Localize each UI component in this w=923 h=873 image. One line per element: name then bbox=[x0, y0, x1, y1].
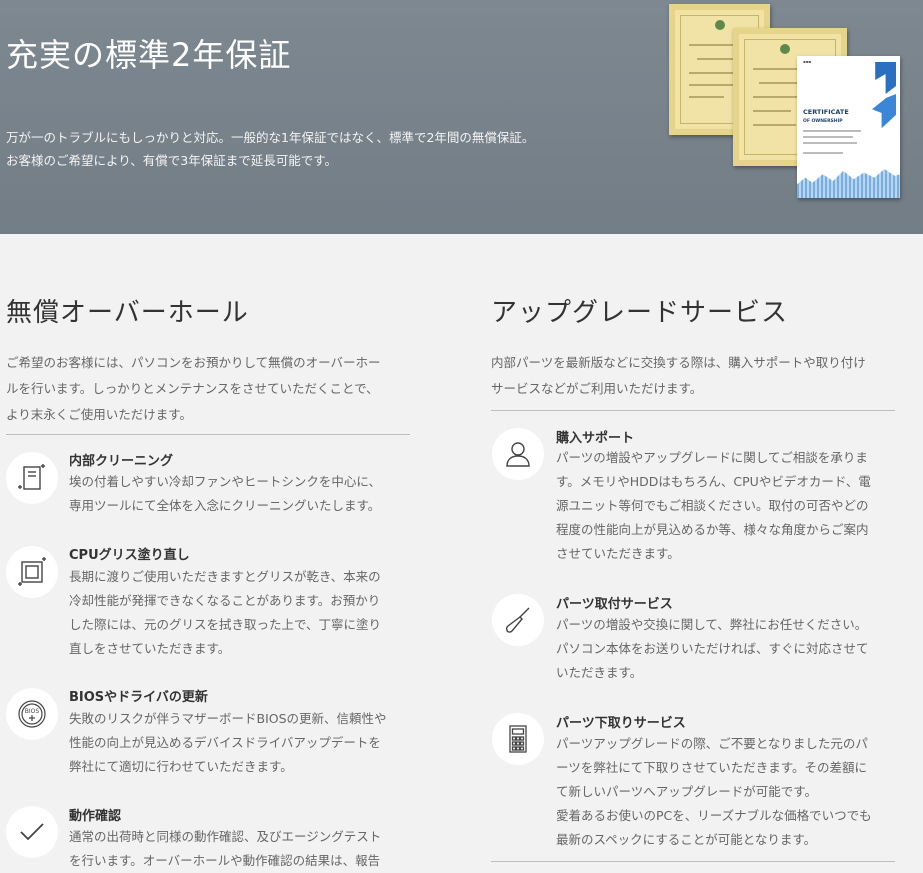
item-body: パーツの増設や交換に関して、弊社にお任せください。 パソコン本体をお送りいただけ… bbox=[556, 613, 869, 685]
item-body: 埃の付着しやすい冷却ファンやヒートシンクを中心に、 専用ツールにて全体を入念にク… bbox=[69, 470, 381, 518]
cpu-chip-icon bbox=[6, 546, 58, 598]
desc-line: より末永くご使用いただけます。 bbox=[6, 407, 193, 422]
item-body: 失敗のリスクが伴うマザーボードBIOSの更新、信頼性や 性能の向上が見込めるデバ… bbox=[69, 707, 387, 779]
item-body: パーツアップグレードの際、ご不要となりました元のパ ーツを弊社にて下取りさせてい… bbox=[556, 732, 872, 852]
upgrade-section-title: アップグレードサービス bbox=[491, 298, 789, 328]
screwdriver-icon bbox=[492, 594, 544, 646]
body-line: す。メモリやHDDはもちろん、CPUやビデオカード、電 bbox=[556, 474, 871, 489]
desc-line: ご希望のお客様には、パソコンをお預かりして無償のオーバーホー bbox=[6, 355, 381, 370]
decorative-pattern bbox=[797, 169, 900, 198]
body-line: 最新のスペックにすることが可能となります。 bbox=[556, 832, 817, 847]
svg-text:BIOS: BIOS bbox=[25, 708, 40, 715]
bios-update-icon: BIOS bbox=[6, 688, 58, 740]
desc-line: ルを行います。しっかりとメンテナンスをさせていただくことで、 bbox=[6, 381, 379, 396]
hero-desc-line: お客様のご希望により、有償で3年保証まで延長可能です。 bbox=[6, 153, 337, 168]
hero-desc-line: 万が一のトラブルにもしっかりと対応。一般的な1年保証ではなく、標準で2年間の無償… bbox=[6, 130, 535, 145]
item-title: 購入サポート bbox=[556, 431, 635, 446]
seal-icon bbox=[714, 20, 725, 30]
section-divider bbox=[491, 861, 895, 862]
hero-title: 充実の標準2年保証 bbox=[6, 36, 292, 74]
calculator-icon bbox=[492, 713, 544, 765]
certificate-subtitle-text: OF OWNERSHIP bbox=[803, 119, 843, 124]
body-line: した際には、元のグリスを拭き取った上で、丁寧に塗り bbox=[69, 617, 382, 632]
upgrade-description: 内部パーツを最新版などに交換する際は、購入サポートや取り付け サービスなどがご利… bbox=[491, 350, 866, 402]
body-line: ーツを弊社にて下取りさせていただきます。その差額に bbox=[556, 760, 868, 775]
item-title: パーツ取付サービス bbox=[556, 597, 673, 612]
pc-case-icon bbox=[6, 452, 58, 504]
body-line: 程度の性能向上が見込めるか等、様々な角度からご案内 bbox=[556, 522, 869, 537]
section-divider bbox=[491, 410, 895, 411]
hero-description: 万が一のトラブルにもしっかりと対応。一般的な1年保証ではなく、標準で2年間の無償… bbox=[6, 126, 534, 172]
item-body: 長期に渡りご使用いただきますとグリスが乾き、本来の 冷却性能が発揮できなくなるこ… bbox=[69, 565, 381, 661]
body-line: 埃の付着しやすい冷却ファンやヒートシンクを中心に、 bbox=[69, 474, 382, 489]
certificate-title: CERTIFICATE OF OWNERSHIP bbox=[803, 108, 849, 126]
seal-icon bbox=[779, 44, 790, 54]
body-line: パソコン本体をお送りいただければ、すぐに対応させて bbox=[556, 641, 869, 656]
brand-logo: ▪▪▪ bbox=[803, 59, 812, 64]
body-line: 失敗のリスクが伴うマザーボードBIOSの更新、信頼性や bbox=[69, 711, 387, 726]
brand-shape-icon bbox=[872, 94, 896, 129]
body-line: 性能の向上が見込めるデバイスドライバアップデートを bbox=[69, 735, 381, 750]
person-icon bbox=[492, 428, 544, 480]
certificate-title-text: CERTIFICATE bbox=[803, 108, 849, 116]
item-body: 通常の出荷時と同様の動作確認、及びエージングテスト を行います。オーバーホールや… bbox=[69, 825, 381, 873]
desc-line: 内部パーツを最新版などに交換する際は、購入サポートや取り付け bbox=[491, 355, 866, 370]
body-line: 長期に渡りご使用いただきますとグリスが乾き、本来の bbox=[69, 569, 381, 584]
section-divider bbox=[6, 434, 410, 435]
item-title: パーツ下取りサービス bbox=[556, 716, 686, 731]
checkmark-icon bbox=[6, 806, 58, 858]
item-title: 動作確認 bbox=[69, 809, 122, 824]
item-body: パーツの増設やアップグレードに関してご相談を承りま す。メモリやHDDはもちろん… bbox=[556, 446, 871, 566]
body-line: 冷却性能が発揮できなくなることがあります。お預かり bbox=[69, 593, 381, 608]
body-line: て新しいパーツへアップグレードが可能です。 bbox=[556, 784, 818, 799]
body-line: パーツアップグレードの際、ご不要となりました元のパ bbox=[556, 736, 868, 751]
body-line: 直しをさせていただきます。 bbox=[69, 641, 231, 656]
item-title: BIOSやドライバの更新 bbox=[69, 690, 208, 705]
desc-line: サービスなどがご利用いただけます。 bbox=[491, 381, 703, 396]
overhaul-description: ご希望のお客様には、パソコンをお預かりして無償のオーバーホー ルを行います。しっ… bbox=[6, 350, 381, 428]
item-title: CPUグリス塗り直し bbox=[69, 548, 190, 563]
body-line: 愛着あるお使いのPCを、リーズナブルな価格でいつでも bbox=[556, 808, 872, 823]
warranty-hero: 充実の標準2年保証 万が一のトラブルにもしっかりと対応。一般的な1年保証ではなく… bbox=[0, 0, 923, 234]
certificate-of-ownership-image: ▪▪▪ CERTIFICATE OF OWNERSHIP bbox=[797, 56, 900, 198]
body-line: させていただきます。 bbox=[556, 546, 680, 561]
item-title: 内部クリーニング bbox=[69, 454, 174, 469]
overhaul-section-title: 無償オーバーホール bbox=[6, 298, 249, 328]
body-line: を行います。オーバーホールや動作確認の結果は、報告 bbox=[69, 853, 381, 868]
body-line: いただきます。 bbox=[556, 665, 643, 680]
body-line: 専用ツールにて全体を入念にクリーニングいたします。 bbox=[69, 498, 381, 513]
body-line: パーツの増設や交換に関して、弊社にお任せください。 bbox=[556, 617, 868, 632]
body-line: 弊社にて適切に行わせていただきます。 bbox=[69, 759, 293, 774]
body-line: 源ユニット等何でもご相談ください。取付の可否やどの bbox=[556, 498, 869, 513]
body-line: 通常の出荷時と同様の動作確認、及びエージングテスト bbox=[69, 829, 382, 844]
body-line: パーツの増設やアップグレードに関してご相談を承りま bbox=[556, 450, 868, 465]
